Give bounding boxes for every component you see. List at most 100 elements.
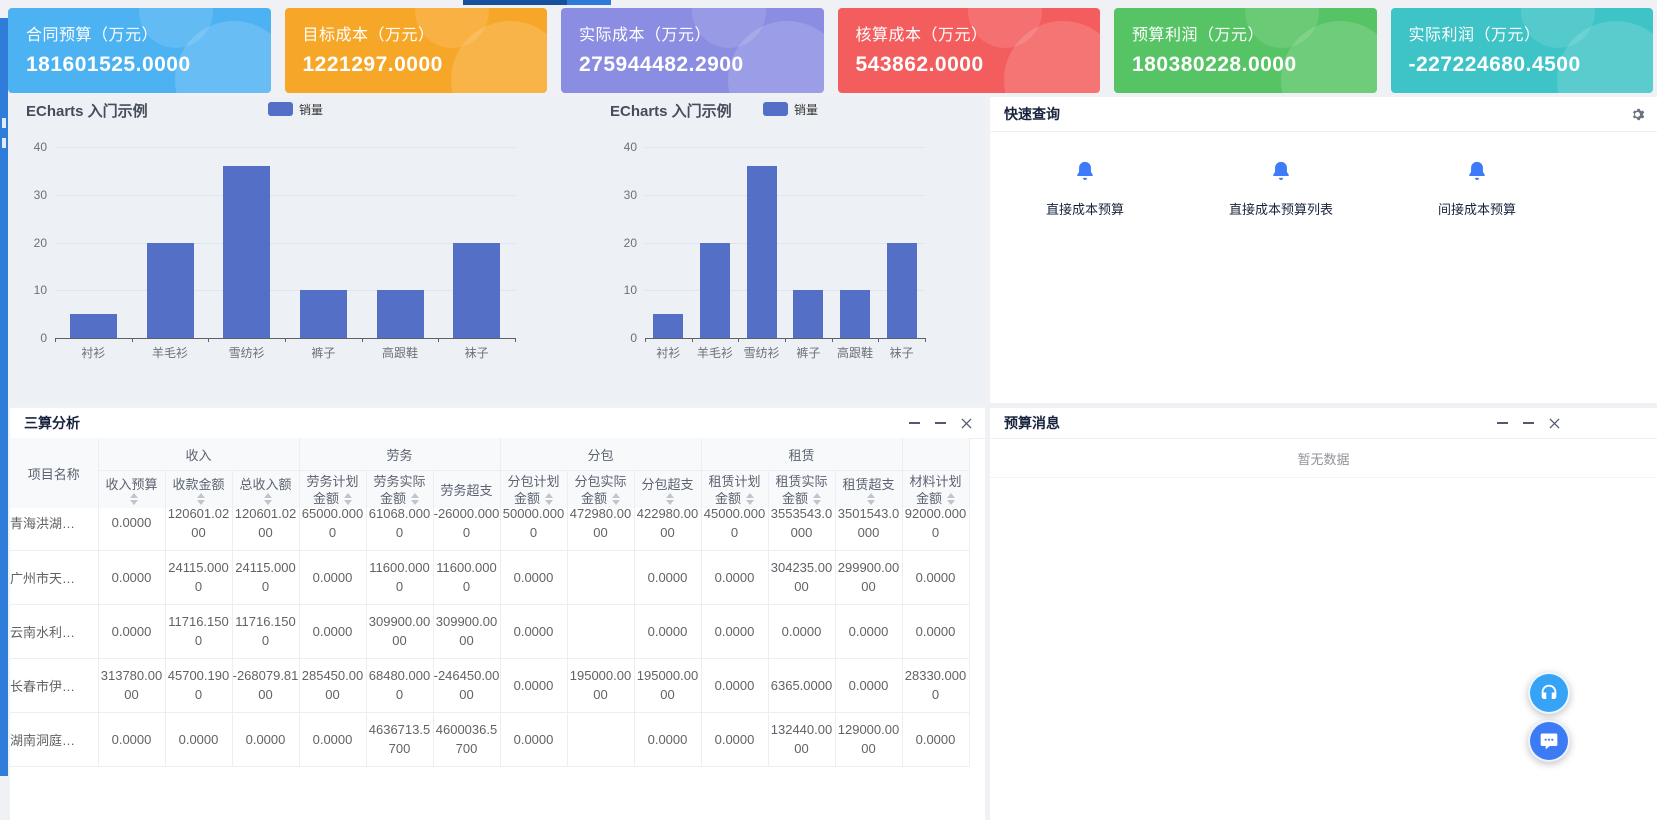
sort-down-icon xyxy=(264,500,272,505)
kpi-card[interactable]: 目标成本（万元）1221297.0000 xyxy=(285,8,548,93)
value-cell: 195000.0000 xyxy=(567,658,634,712)
x-axis-label: 高跟鞋 xyxy=(832,344,879,361)
chart-legend[interactable]: 销量 xyxy=(763,101,818,117)
kpi-card[interactable]: 合同预算（万元）181601525.0000 xyxy=(8,8,271,93)
minimize-icon[interactable] xyxy=(1495,416,1509,430)
x-axis-label: 袜子 xyxy=(878,344,925,361)
axis-tick xyxy=(362,338,363,342)
dashboard-root: 合同预算（万元）181601525.0000目标成本（万元）1221297.00… xyxy=(0,0,1657,820)
customer-service-button[interactable] xyxy=(1528,672,1570,714)
legend-swatch xyxy=(268,102,293,116)
column-header-sub: 金额 xyxy=(380,490,406,507)
value-cell: 65000.0000 xyxy=(299,508,366,550)
column-header[interactable]: 收款金额 xyxy=(165,471,232,510)
table-row[interactable]: 湖南洞庭…0.00000.00000.00000.00004636713.570… xyxy=(10,712,969,766)
sort-carets[interactable] xyxy=(344,493,352,505)
quick-query-item[interactable]: 直接成本预算列表 xyxy=(1216,160,1346,218)
table-row[interactable]: 云南水利…0.000011716.150011716.15000.0000309… xyxy=(10,604,969,658)
column-group-header: 分包 xyxy=(500,438,701,471)
sort-carets[interactable] xyxy=(813,493,821,505)
sort-carets[interactable] xyxy=(264,493,272,505)
quick-query-item[interactable]: 直接成本预算 xyxy=(1020,160,1150,218)
chat-button[interactable] xyxy=(1528,720,1570,762)
sort-carets[interactable] xyxy=(545,493,553,505)
quick-query-title: 快速查询 xyxy=(1004,104,1060,124)
value-cell: 50000.0000 xyxy=(500,508,567,550)
value-cell: 0.0000 xyxy=(701,658,768,712)
x-axis-label: 高跟鞋 xyxy=(362,344,439,361)
column-header[interactable]: 材料计划金额 xyxy=(902,471,969,510)
column-header[interactable]: 分包实际金额 xyxy=(567,471,634,510)
table-row[interactable]: 长春市伊…313780.000045700.1900-268079.810028… xyxy=(10,658,969,712)
value-cell: 6365.0000 xyxy=(768,658,835,712)
column-group-header: 租赁 xyxy=(701,438,902,471)
value-cell: 0.0000 xyxy=(500,712,567,766)
close-icon[interactable] xyxy=(1547,416,1561,430)
quick-item-label: 直接成本预算列表 xyxy=(1229,199,1333,218)
column-header[interactable]: 劳务计划金额 xyxy=(299,471,366,510)
gear-icon[interactable] xyxy=(1630,107,1645,122)
sort-carets[interactable] xyxy=(197,493,205,505)
axis-tick xyxy=(738,338,739,342)
table-row[interactable]: 广州市天…0.000024115.000024115.00000.0000116… xyxy=(10,550,969,604)
sort-carets[interactable] xyxy=(130,493,138,505)
menu-icon[interactable] xyxy=(933,416,947,430)
sort-down-icon xyxy=(666,500,674,505)
sort-carets[interactable] xyxy=(666,493,674,505)
column-header-label: 分包实际 xyxy=(568,473,634,490)
menu-icon[interactable] xyxy=(1521,416,1535,430)
sort-up-icon xyxy=(264,493,272,498)
column-header[interactable]: 租赁计划金额 xyxy=(701,471,768,510)
legend-label: 销量 xyxy=(794,101,818,118)
sort-carets[interactable] xyxy=(867,493,875,505)
value-cell: 313780.0000 xyxy=(98,658,165,712)
column-header[interactable]: 总收入额 xyxy=(232,471,299,510)
kpi-card[interactable]: 预算利润（万元）180380228.0000 xyxy=(1114,8,1377,93)
kpi-card[interactable]: 实际成本（万元）275944482.2900 xyxy=(561,8,824,93)
value-cell: 3501543.0000 xyxy=(835,508,902,550)
column-header[interactable]: 收入预算 xyxy=(98,471,165,510)
column-header[interactable]: 租赁实际金额 xyxy=(768,471,835,510)
browser-artifact xyxy=(463,0,611,5)
project-name-cell: 长春市伊… xyxy=(10,658,98,712)
kpi-card-value: 275944482.2900 xyxy=(579,53,824,77)
value-cell: 0.0000 xyxy=(98,508,165,550)
column-header[interactable]: 租赁超支 xyxy=(835,471,902,510)
kpi-card[interactable]: 实际利润（万元）-227224680.4500 xyxy=(1391,8,1654,93)
chart-title: ECharts 入门示例 xyxy=(26,100,148,121)
sort-down-icon xyxy=(813,500,821,505)
column-header-label2: 金额 xyxy=(702,490,768,507)
left-edge-strip[interactable] xyxy=(0,18,8,776)
value-cell: 0.0000 xyxy=(835,658,902,712)
column-header[interactable]: 分包超支 xyxy=(634,471,701,510)
value-cell: 24115.0000 xyxy=(232,550,299,604)
sort-carets[interactable] xyxy=(947,493,955,505)
quick-query-item[interactable]: 间接成本预算 xyxy=(1412,160,1542,218)
column-header[interactable]: 分包计划金额 xyxy=(500,471,567,510)
x-axis-label: 裤子 xyxy=(285,344,362,361)
sort-carets[interactable] xyxy=(746,493,754,505)
sort-carets[interactable] xyxy=(411,493,419,505)
sort-down-icon xyxy=(344,500,352,505)
headset-icon xyxy=(1538,682,1560,704)
value-cell: 0.0000 xyxy=(98,712,165,766)
close-icon[interactable] xyxy=(959,416,973,430)
kpi-card-title: 实际利润（万元） xyxy=(1409,21,1654,45)
grid-line xyxy=(55,195,515,196)
kpi-card[interactable]: 核算成本（万元）543862.0000 xyxy=(838,8,1101,93)
column-header[interactable]: 劳务实际金额 xyxy=(366,471,433,510)
legend-label: 销量 xyxy=(299,101,323,118)
sort-carets[interactable] xyxy=(612,493,620,505)
x-axis-label: 衬衫 xyxy=(645,344,692,361)
chart-legend[interactable]: 销量 xyxy=(268,101,323,117)
sort-up-icon xyxy=(344,493,352,498)
value-cell: 68480.0000 xyxy=(366,658,433,712)
y-axis-label: 0 xyxy=(15,331,47,345)
value-cell: 11600.0000 xyxy=(433,550,500,604)
column-header-label2: 金额 xyxy=(568,490,634,507)
axis-tick xyxy=(692,338,693,342)
grid-line xyxy=(55,290,515,291)
minimize-icon[interactable] xyxy=(907,416,921,430)
column-header-label: 租赁计划 xyxy=(702,473,768,490)
table-row[interactable]: 青海洪湖…0.0000120601.0200120601.020065000.0… xyxy=(10,508,969,550)
